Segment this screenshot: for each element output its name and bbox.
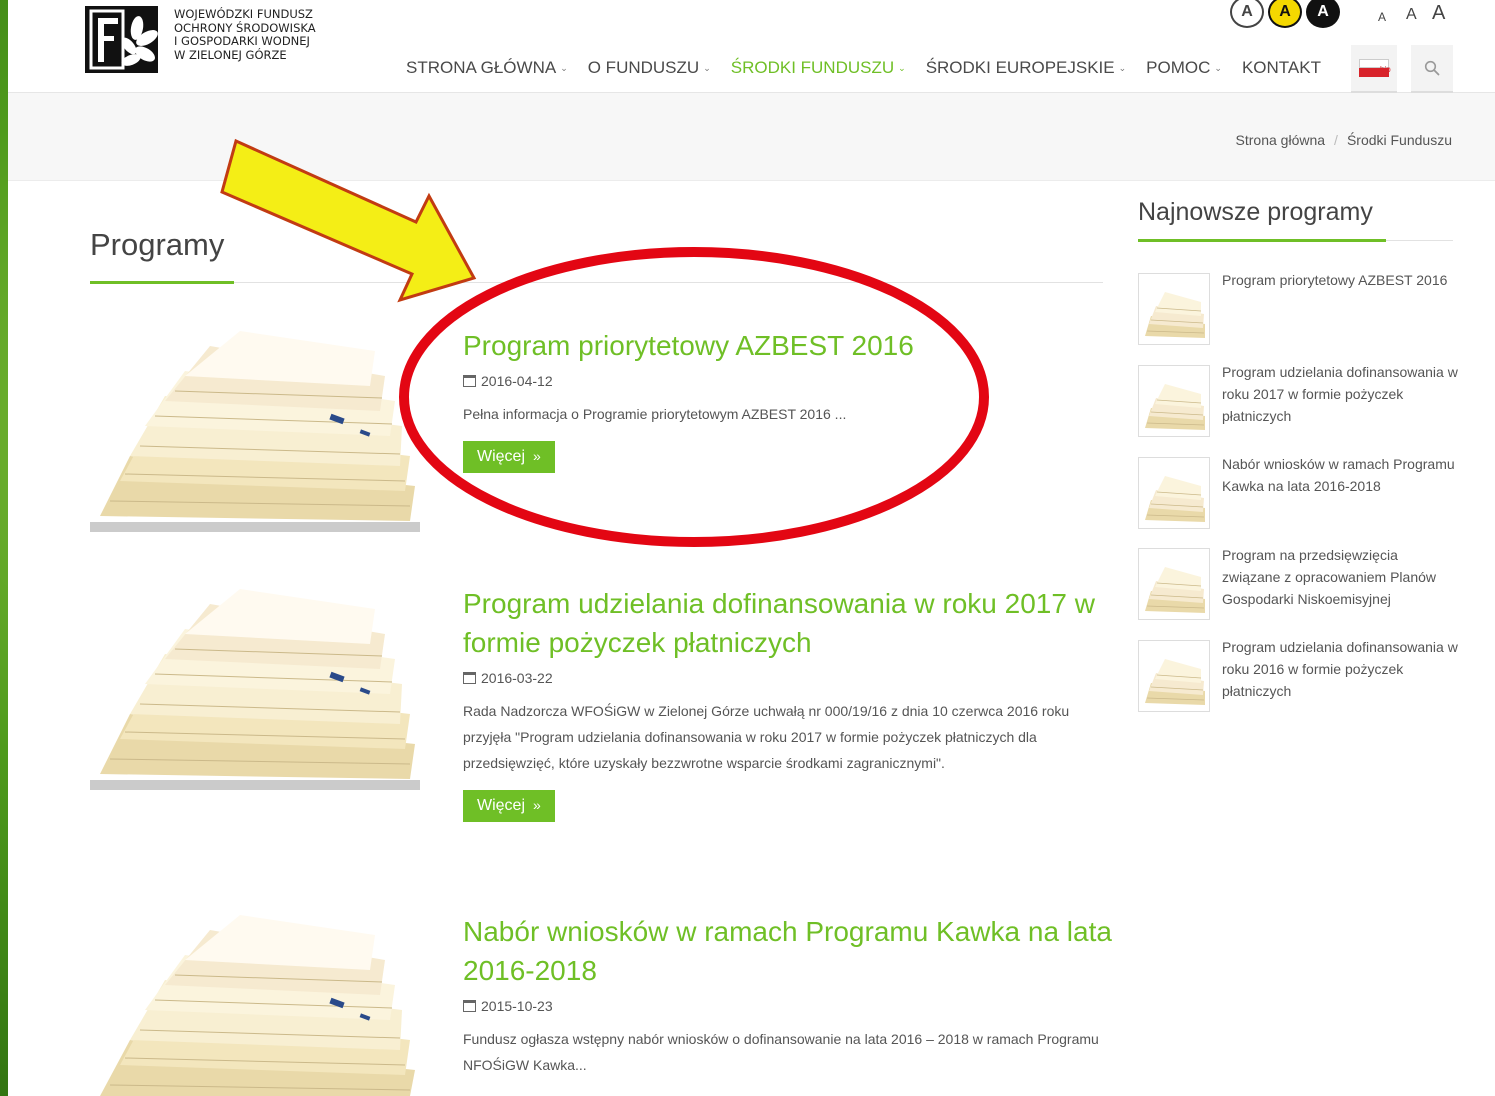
search-button[interactable]	[1411, 45, 1453, 93]
breadcrumb: Strona główna / Środki Funduszu	[1236, 132, 1452, 148]
document-stack-image	[1141, 643, 1207, 709]
document-stack-image	[90, 574, 420, 790]
chestnut-leaf-logo-icon	[85, 6, 158, 73]
contrast-default-button[interactable]: A	[1230, 0, 1264, 28]
more-button[interactable]: Więcej »	[463, 790, 555, 822]
sidebar-thumbnail	[1138, 273, 1210, 345]
chevron-down-icon: ⌄	[703, 62, 711, 73]
title-underline	[90, 281, 234, 284]
search-icon	[1424, 60, 1440, 76]
calendar-icon	[463, 672, 476, 684]
document-stack-image	[90, 316, 420, 532]
fund-name-line: OCHRONY ŚRODOWISKA	[174, 20, 316, 35]
breadcrumb-home-link[interactable]: Strona główna	[1236, 132, 1326, 148]
post-date: 2015-10-23	[463, 998, 1113, 1014]
fund-name[interactable]: WOJEWÓDZKI FUNDUSZ OCHRONY ŚRODOWISKA I …	[174, 7, 316, 62]
post-item: Program udzielania dofinansowania w roku…	[463, 584, 1113, 822]
breadcrumb-separator: /	[1334, 132, 1338, 148]
sidebar-thumbnail	[1138, 365, 1210, 437]
post-thumbnail[interactable]	[90, 900, 420, 1096]
fund-name-line: W ZIELONEJ GÓRZE	[174, 47, 287, 62]
post-date-text: 2016-04-12	[481, 373, 553, 389]
font-small-button[interactable]: A	[1378, 10, 1386, 24]
breadcrumb-current: Środki Funduszu	[1346, 132, 1452, 148]
chevron-down-icon: ⌄	[1118, 62, 1127, 73]
sidebar-item-link[interactable]: Program priorytetowy AZBEST 2016	[1222, 269, 1447, 345]
more-button-label: Więcej	[477, 448, 526, 465]
bip-label: bip	[1380, 65, 1391, 74]
nav-item-home[interactable]: STRONA GŁÓWNA ⌄	[406, 58, 568, 78]
post-date-text: 2015-10-23	[481, 998, 553, 1014]
contrast-dark-button[interactable]: A	[1306, 0, 1340, 28]
sidebar-thumbnail	[1138, 548, 1210, 620]
nav-label: STRONA GŁÓWNA	[406, 58, 557, 77]
bip-icon: bip	[1359, 59, 1391, 77]
sidebar-item[interactable]: Nabór wniosków w ramach Programu Kawka n…	[1138, 456, 1458, 529]
chevron-down-icon: ⌄	[560, 62, 568, 73]
post-item: Program priorytetowy AZBEST 2016 2016-04…	[463, 326, 1113, 473]
calendar-icon	[463, 375, 476, 387]
sidebar-title-underline	[1138, 239, 1386, 242]
nav-item-fund-resources[interactable]: ŚRODKI FUNDUSZU ⌄	[731, 58, 906, 78]
nav-item-about[interactable]: O FUNDUSZU ⌄	[588, 58, 711, 78]
font-medium-button[interactable]: A	[1406, 6, 1417, 24]
post-thumbnail[interactable]	[90, 316, 420, 532]
fund-name-line: WOJEWÓDZKI FUNDUSZ	[174, 7, 313, 21]
sidebar-item-link[interactable]: Program udzielania dofinansowania w roku…	[1222, 636, 1458, 712]
post-date: 2016-04-12	[463, 373, 1113, 389]
divider	[90, 282, 1103, 283]
post-title-link[interactable]: Program udzielania dofinansowania w roku…	[463, 584, 1113, 662]
post-date: 2016-03-22	[463, 670, 1113, 686]
sidebar-item-link[interactable]: Program udzielania dofinansowania w roku…	[1222, 361, 1458, 437]
document-stack-image	[1141, 368, 1207, 434]
nav-label: ŚRODKI EUROPEJSKIE	[925, 58, 1115, 77]
sidebar-thumbnail	[1138, 457, 1210, 529]
sidebar-item[interactable]: Program udzielania dofinansowania w roku…	[1138, 639, 1458, 712]
more-button[interactable]: Więcej »	[463, 441, 555, 473]
sidebar-item-link[interactable]: Nabór wniosków w ramach Programu Kawka n…	[1222, 453, 1458, 529]
post-thumbnail[interactable]	[90, 574, 420, 790]
sidebar-item[interactable]: Program udzielania dofinansowania w roku…	[1138, 364, 1458, 437]
post-excerpt: Rada Nadzorcza WFOŚiGW w Zielonej Górze …	[463, 703, 1070, 771]
document-stack-image	[1141, 460, 1207, 526]
double-chevron-right-icon: »	[533, 448, 541, 464]
page: WOJEWÓDZKI FUNDUSZ OCHRONY ŚRODOWISKA I …	[8, 0, 1495, 1096]
breadcrumb-band: Strona główna / Środki Funduszu	[8, 93, 1495, 181]
sidebar-item-link[interactable]: Program na przedsięwzięcia związane z op…	[1222, 544, 1458, 620]
document-stack-image	[1141, 551, 1207, 617]
nav-item-european-funds[interactable]: ŚRODKI EUROPEJSKIE ⌄	[926, 58, 1126, 78]
fund-logo[interactable]	[85, 6, 158, 73]
sidebar-item[interactable]: Program priorytetowy AZBEST 2016	[1138, 272, 1458, 345]
nav-item-contact[interactable]: KONTAKT	[1242, 58, 1321, 78]
post-excerpt: Fundusz ogłasza wstępny nabór wniosków o…	[463, 1031, 1099, 1073]
nav-label: POMOC	[1146, 58, 1211, 77]
nav-label: ŚRODKI FUNDUSZU	[730, 58, 895, 77]
post-date-text: 2016-03-22	[481, 670, 553, 686]
post-title-link[interactable]: Nabór wniosków w ramach Programu Kawka n…	[463, 912, 1113, 990]
post-title-link[interactable]: Program priorytetowy AZBEST 2016	[463, 326, 1113, 365]
double-chevron-right-icon: »	[533, 797, 541, 813]
site-header: WOJEWÓDZKI FUNDUSZ OCHRONY ŚRODOWISKA I …	[8, 0, 1495, 93]
nav-item-help[interactable]: POMOC ⌄	[1146, 58, 1222, 78]
sidebar-title: Najnowsze programy	[1138, 198, 1373, 226]
calendar-icon	[463, 1000, 476, 1012]
post-item: Nabór wniosków w ramach Programu Kawka n…	[463, 912, 1113, 1078]
nav-label: KONTAKT	[1241, 58, 1321, 77]
sidebar-item[interactable]: Program na przedsięwzięcia związane z op…	[1138, 547, 1458, 620]
sidebar-thumbnail	[1138, 640, 1210, 712]
more-button-label: Więcej	[477, 797, 526, 814]
post-excerpt: Pełna informacja o Programie priorytetow…	[463, 406, 847, 422]
main-nav: STRONA GŁÓWNA ⌄ O FUNDUSZU ⌄ ŚRODKI FUNDUS…	[406, 58, 1341, 78]
nav-label: O FUNDUSZU	[587, 58, 700, 77]
chevron-down-icon: ⌄	[898, 62, 906, 73]
fund-name-line: I GOSPODARKI WODNEJ	[174, 34, 310, 48]
bip-button[interactable]: bip	[1351, 45, 1397, 93]
contrast-yellow-button[interactable]: A	[1268, 0, 1302, 28]
font-large-button[interactable]: A	[1432, 2, 1445, 25]
page-title: Programy	[90, 227, 225, 262]
document-stack-image	[90, 900, 420, 1096]
document-stack-image	[1141, 276, 1207, 342]
chevron-down-icon: ⌄	[1214, 62, 1222, 73]
